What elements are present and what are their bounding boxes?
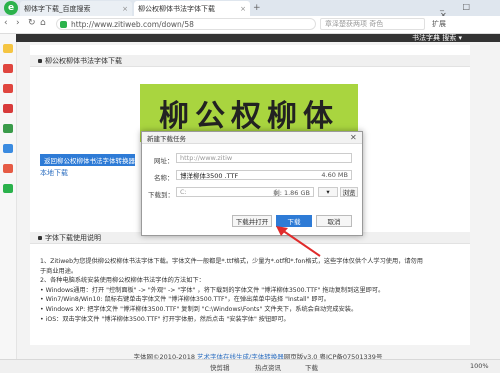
site-nav-links[interactable]: 书法字典 搜索 ▾ xyxy=(412,33,462,43)
filename-value: 博洋柳体3500 .TTF xyxy=(180,172,239,180)
forward-icon[interactable]: › xyxy=(16,18,20,28)
download-dialog: 新建下载任务 ✕ 网址： http://www.zitiw 名称： 博洋柳体35… xyxy=(141,131,363,236)
video-icon[interactable] xyxy=(3,104,13,113)
instruction-line: • Win7/Win8/Win10: 鼠标右键单击字体文件 "博洋柳体3500.… xyxy=(40,296,330,304)
new-tab-button[interactable]: + xyxy=(253,3,261,13)
tab-label: 柳公权柳体书法字体下载 xyxy=(138,4,215,13)
annotation-arrow-icon xyxy=(276,226,321,257)
destination-dropdown[interactable]: ▾ xyxy=(318,187,338,197)
refresh-icon[interactable]: ↻ xyxy=(28,18,36,28)
status-item[interactable]: 下载 xyxy=(305,362,318,372)
back-icon[interactable]: ‹ xyxy=(4,18,8,28)
mail-icon[interactable] xyxy=(3,144,13,153)
instruction-line: • Windows XP: 把字体文件 "博洋柳体3500.TTF" 复制到 "… xyxy=(40,305,358,313)
url-text: http://www.zitiweb.com/down/58 xyxy=(71,19,194,29)
destination-field[interactable]: C: 剩: 1.86 GB xyxy=(176,187,314,197)
status-item[interactable]: 热点资讯 xyxy=(255,362,281,372)
free-space: 剩: 1.86 GB xyxy=(273,189,310,197)
bullet-icon xyxy=(38,58,42,63)
status-item[interactable]: 快剪辑 xyxy=(210,362,230,372)
destination-label: 下载到： xyxy=(148,191,174,199)
game-icon[interactable] xyxy=(3,164,13,173)
usage-instructions: 1、Zitiweb为您提供柳公权柳体书法字体下载。字体文件一般都是*.ttf格式… xyxy=(40,257,465,324)
instruction-line: • iOS：双击字体文件 "博洋柳体3500.TTF" 打开字体册，然后点击 "… xyxy=(40,315,290,323)
instruction-line: 2、各种电脑系统安装使用柳公权柳体书法字体的方法如下： xyxy=(40,277,205,285)
status-bar: 快剪辑 热点资讯 下载 100% xyxy=(0,359,500,373)
favorites-star-icon[interactable] xyxy=(3,44,13,53)
bullet-icon xyxy=(38,235,42,240)
browser-sidebar xyxy=(0,34,17,359)
url-input[interactable]: http://www.zitiweb.com/down/58 xyxy=(56,18,316,30)
instruction-line: 于商业用途。 xyxy=(40,267,78,275)
dialog-title: 新建下载任务 xyxy=(142,132,362,144)
local-download-link[interactable]: 本地下载 xyxy=(40,168,68,178)
tab-label: 柳体字下载_百度搜索 xyxy=(24,4,91,13)
section-header-download: 柳公权柳体书法字体下载 xyxy=(30,55,470,67)
secure-shield-icon xyxy=(60,21,67,28)
section-title: 字体下载使用说明 xyxy=(45,233,101,242)
url-field-value: http://www.zitiw xyxy=(180,154,233,162)
url-field[interactable]: http://www.zitiw xyxy=(176,153,352,163)
browse-button[interactable]: 浏览 xyxy=(340,187,358,197)
tab-font-download[interactable]: 柳公权柳体书法字体下载 × xyxy=(134,1,250,16)
close-icon[interactable]: × xyxy=(122,5,128,13)
browser-logo-icon[interactable]: e xyxy=(4,1,18,15)
news-icon[interactable] xyxy=(3,64,13,73)
browser-logo-small-icon[interactable] xyxy=(3,184,13,193)
converter-button[interactable]: 返回柳公权柳体书法字体转换器 xyxy=(40,154,135,166)
extensions-button[interactable]: 扩展 xyxy=(432,19,446,29)
close-icon[interactable]: × xyxy=(240,5,246,13)
url-label: 网址： xyxy=(154,157,174,165)
filename-field[interactable]: 博洋柳体3500 .TTF 4.60 MB xyxy=(176,170,352,180)
tab-baidu-search[interactable]: 柳体字下载_百度搜索 × xyxy=(20,1,132,16)
name-label: 名称： xyxy=(154,174,174,182)
home-icon[interactable]: ⌂ xyxy=(40,18,46,28)
font-preview-text: 柳公权柳体 xyxy=(159,99,339,134)
download-and-open-button[interactable]: 下载并打开 xyxy=(232,215,272,227)
zoom-level[interactable]: 100% xyxy=(470,362,489,370)
search-input[interactable]: 章泽楚获两项 奇色 xyxy=(320,18,425,30)
shopping-icon[interactable] xyxy=(3,124,13,133)
destination-value: C: xyxy=(180,188,187,196)
section-title: 柳公权柳体书法字体下载 xyxy=(45,56,122,65)
file-size: 4.60 MB xyxy=(321,171,348,179)
close-icon[interactable]: ✕ xyxy=(350,133,357,142)
weibo-icon[interactable] xyxy=(3,84,13,93)
instruction-line: • Windows通用：打开 "控制面板" -> "外观" -> "字体" ，将… xyxy=(40,286,385,294)
instruction-line: 1、Zitiweb为您提供柳公权柳体书法字体下载。字体文件一般都是*.ttf格式… xyxy=(40,258,423,265)
